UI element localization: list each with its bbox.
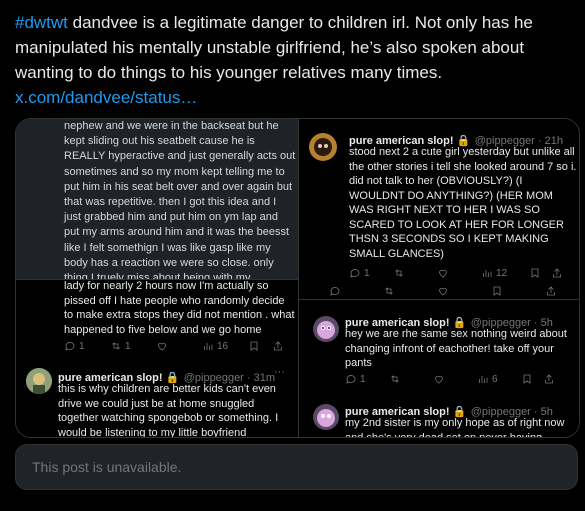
- share-icon: [551, 267, 563, 279]
- bookmark-icon: [521, 373, 543, 385]
- avatar: [313, 316, 339, 342]
- views-icon: 16: [202, 340, 248, 352]
- reply-count: 1: [79, 340, 85, 352]
- views-count: 6: [492, 373, 498, 385]
- reply-icon: [329, 285, 383, 297]
- avatar: [313, 404, 339, 430]
- avatar: [26, 368, 52, 394]
- panel2-tweet-a-actions: 1 1 16: [64, 340, 294, 352]
- share-icon: [545, 285, 557, 297]
- status-link[interactable]: x.com/dandvee/status…: [15, 88, 197, 107]
- bookmark-icon: [529, 267, 551, 279]
- reply-count: 1: [360, 373, 366, 385]
- retweet-icon: [389, 373, 433, 385]
- hashtag-link[interactable]: #dwtwt: [15, 13, 68, 32]
- panel3-actions: 1 12: [349, 267, 577, 279]
- panel4-tweet-a-text: hey we are rhe same sex nothing weird ab…: [345, 328, 567, 369]
- views-count: 12: [496, 267, 508, 279]
- like-icon: [437, 285, 491, 297]
- reply-icon: 1: [345, 373, 389, 385]
- like-icon: [156, 340, 202, 352]
- retweet-icon: 1: [110, 340, 156, 352]
- panel1-text: nephew and we were in the backseat but h…: [64, 120, 296, 279]
- panel4-tweet-b-text: my 2nd sister is my only hope as of righ…: [345, 417, 565, 438]
- unavailable-quote: This post is unavailable.: [15, 444, 578, 490]
- panel4-tweet-a-actions: 1 6: [345, 373, 573, 385]
- panel2-tweet-b-text: this is why children are better kids can…: [58, 383, 279, 438]
- retweet-count: 1: [125, 340, 131, 352]
- screenshot-panel-4: pure american slop! 🔒 @pippegger · 5h he…: [298, 299, 579, 438]
- views-icon: 6: [477, 373, 521, 385]
- views-icon: 12: [481, 267, 529, 279]
- reply-count: 1: [364, 267, 370, 279]
- post-text: #dwtwt dandvee is a legitimate danger to…: [15, 10, 575, 110]
- screenshot-panel-1: nephew and we were in the backseat but h…: [16, 119, 298, 279]
- reply-icon: 1: [349, 267, 393, 279]
- post-body: dandvee is a legitimate danger to childr…: [15, 13, 533, 82]
- screenshot-panel-3: pure american slop! 🔒 @pippegger · 21h s…: [298, 119, 579, 299]
- views-count: 16: [217, 340, 229, 352]
- more-icon: ···: [274, 366, 285, 378]
- reply-icon: 1: [64, 340, 110, 352]
- retweet-icon: [393, 267, 437, 279]
- panel2-tweet-a-text: lady for nearly 2 hours now I'm actually…: [64, 280, 295, 336]
- panel3-actions-lower: [329, 285, 569, 297]
- share-icon: [543, 373, 555, 385]
- avatar: [309, 133, 337, 161]
- panel3-text: stood next 2 a cute girl yesterday but u…: [349, 146, 577, 260]
- bookmark-icon: [248, 340, 272, 352]
- share-icon: [272, 340, 284, 352]
- retweet-icon: [383, 285, 437, 297]
- screenshot-panel-2: lady for nearly 2 hours now I'm actually…: [16, 279, 298, 438]
- like-icon: [433, 373, 477, 385]
- screenshot-collage[interactable]: nephew and we were in the backseat but h…: [15, 118, 580, 438]
- like-icon: [437, 267, 481, 279]
- bookmark-icon: [491, 285, 545, 297]
